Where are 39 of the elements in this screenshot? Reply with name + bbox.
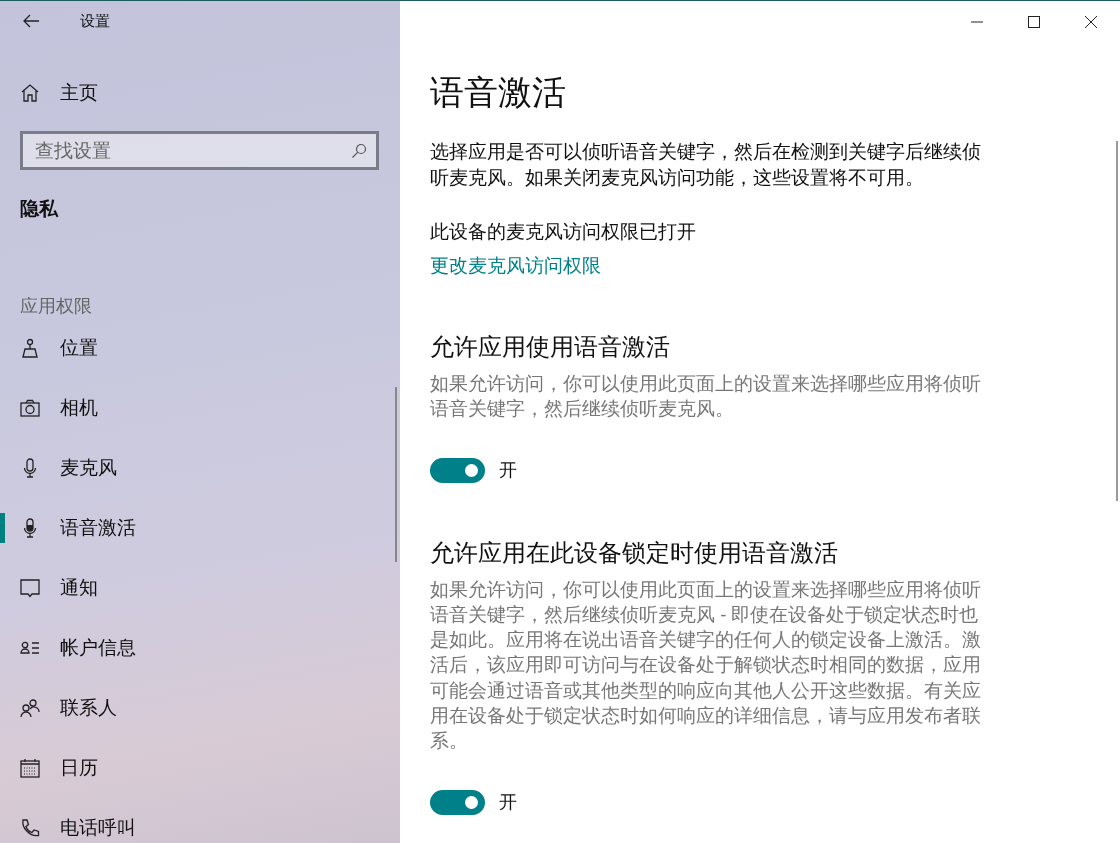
status-text: 此设备的麦克风访问权限已打开 [430, 220, 697, 244]
scrollbar[interactable] [1116, 141, 1118, 501]
group-label: 应用权限 [20, 295, 93, 318]
window-title: 设置 [80, 11, 110, 31]
person-pin-icon [20, 338, 40, 358]
section-description: 如果允许访问，你可以使用此页面上的设置来选择哪些应用将侦听语音关键字，然后继续侦听麦克风 - 即使在设备处于锁定状态时也是如此。应用将在说出语音关键字的任何人的锁定设备上激活。激活后，该应用即可访问与在设备处于解锁状态时相同的数据，应用可能会通过语音或其他类型的响应向其他人公开这些数据。有关应用在设备处于锁定状态时如何响应的详细信息，请与应用发布者联系。 [430, 577, 982, 754]
scrollbar[interactable] [395, 387, 397, 562]
sidebar-item[interactable]: 位置 [0, 318, 380, 378]
speech-bubble-icon [20, 578, 40, 598]
calendar-icon [20, 758, 40, 778]
camera-icon [20, 398, 40, 418]
description: 选择应用是否可以侦听语音关键字，然后在检测到关键字后继续侦听麦克风。如果关闭麦克风访问功能，这些设置将不可用。 [430, 140, 982, 190]
sidebar-item[interactable]: 相机 [0, 378, 380, 438]
home-link[interactable]: 主页 [20, 63, 380, 123]
page-title: 语音激活 [430, 72, 567, 113]
toggle-label: 开 [499, 459, 517, 483]
search-field[interactable]: 查找设置 [20, 131, 379, 170]
maximize-icon[interactable] [1028, 16, 1040, 28]
search-icon [351, 143, 367, 159]
section-heading: 隐私 [20, 197, 60, 221]
back-arrow-icon[interactable] [22, 14, 40, 28]
section-heading: 允许应用在此设备锁定时使用语音激活 [430, 537, 839, 568]
toggle-label: 开 [499, 791, 517, 815]
link[interactable]: 更改麦克风访问权限 [430, 255, 601, 276]
sidebar-item[interactable]: 麦克风 [0, 438, 380, 498]
sidebar-item[interactable]: 联系人 [0, 678, 380, 738]
home-icon [20, 83, 40, 103]
sidebar-item[interactable]: 帐户信息 [0, 618, 380, 678]
sidebar-item[interactable]: 日历 [0, 738, 380, 798]
sidebar-item[interactable]: 通知 [0, 558, 380, 618]
people-icon [20, 698, 40, 718]
section-description: 如果允许访问，你可以使用此页面上的设置来选择哪些应用将侦听语音关键字，然后继续侦听麦克风。 [430, 372, 982, 422]
sidebar-item[interactable]: 电话呼叫 [0, 798, 380, 843]
toggle-switch[interactable] [430, 457, 485, 483]
section-heading: 允许应用使用语音激活 [430, 332, 671, 362]
phone-icon [20, 818, 40, 838]
toggle-switch[interactable] [430, 789, 485, 815]
sidebar-item[interactable]: 语音激活 [0, 498, 380, 558]
close-icon[interactable] [1085, 16, 1097, 28]
